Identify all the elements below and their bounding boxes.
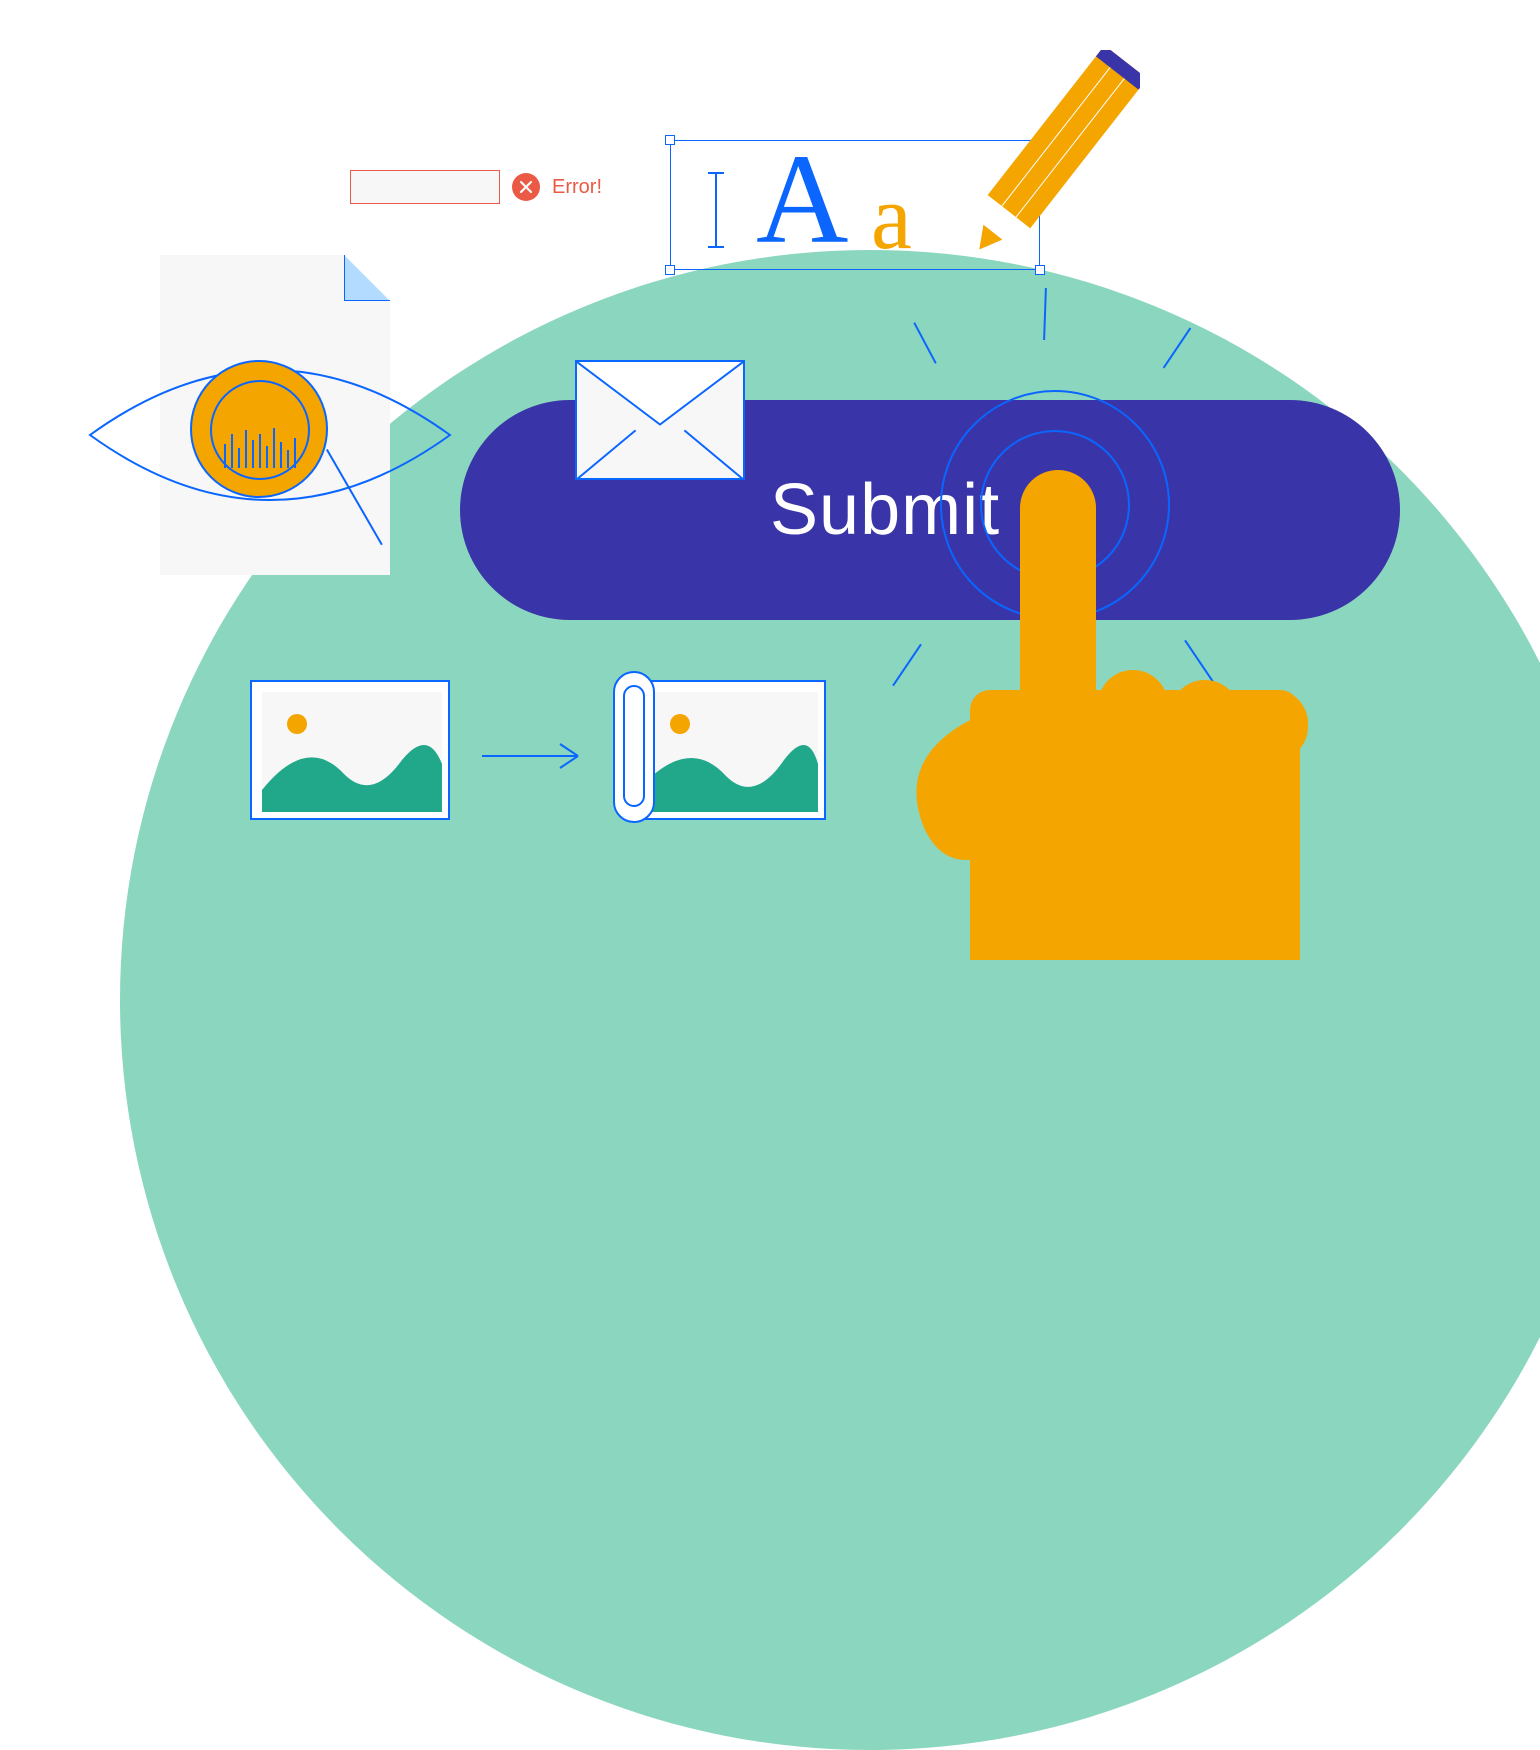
sample-uppercase: A	[756, 135, 848, 263]
bar-chart-icon	[224, 428, 296, 468]
envelope-icon	[575, 360, 745, 480]
pointing-hand-icon	[900, 460, 1320, 960]
error-close-icon	[512, 173, 540, 201]
arrow-right-icon	[478, 736, 598, 776]
error-label: Error!	[552, 176, 602, 199]
selection-handle-tl[interactable]	[665, 135, 675, 145]
paperclip-icon	[608, 666, 668, 836]
image-thumbnail-source	[250, 680, 450, 820]
error-text-input[interactable]	[350, 170, 500, 204]
text-cursor-icon	[703, 171, 733, 249]
sample-lowercase: a	[871, 171, 912, 263]
pencil-icon	[930, 50, 1140, 300]
selection-handle-bl[interactable]	[665, 265, 675, 275]
error-field-group: Error!	[350, 170, 602, 204]
illustration-canvas: Error! A a	[0, 0, 1540, 920]
